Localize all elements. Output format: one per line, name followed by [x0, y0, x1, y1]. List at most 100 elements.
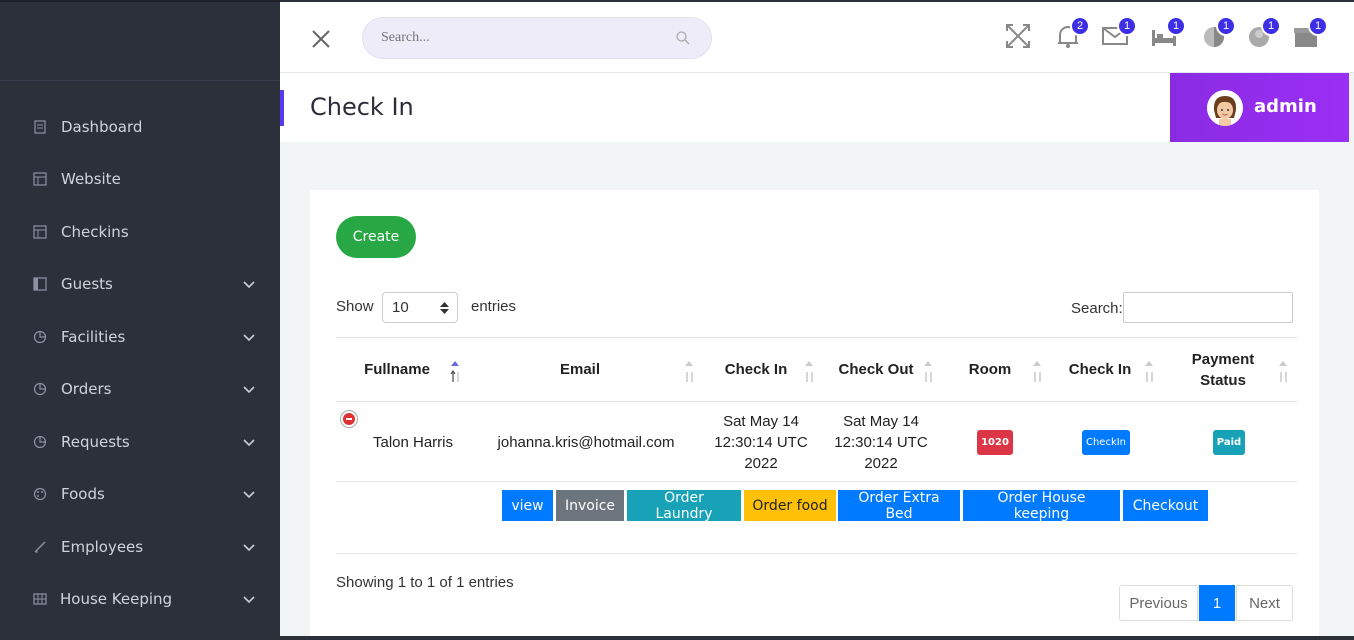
- user-menu[interactable]: admin: [1170, 73, 1349, 142]
- column-header-label: Check In: [724, 361, 788, 378]
- sidebar-item-employees[interactable]: Employees: [0, 527, 280, 567]
- chevron-down-icon: [243, 281, 255, 289]
- topbar: 2 1 1 1 1 1: [280, 0, 1354, 73]
- cell-check-out: Sat May 14 12:30:14 UTC 2022: [834, 412, 928, 472]
- table-info: Showing 1 to 1 of 1 entries: [336, 574, 514, 591]
- next-page-button[interactable]: Next: [1236, 585, 1293, 621]
- search-icon[interactable]: [675, 30, 691, 46]
- notifications-button[interactable]: 2: [1054, 16, 1090, 50]
- rooms-button[interactable]: 1: [1150, 16, 1186, 50]
- sidebar-item-foods[interactable]: Foods: [0, 474, 280, 514]
- cell-check-in: Sat May 14 12:30:14 UTC 2022: [714, 412, 808, 472]
- create-button[interactable]: Create: [336, 216, 416, 258]
- invoice-button[interactable]: Invoice: [556, 490, 624, 521]
- collapse-row-icon[interactable]: [341, 411, 357, 427]
- profile-count-badge: 1: [1261, 16, 1281, 36]
- pie-chart-icon: [33, 330, 47, 344]
- sidebar-item-label: Dashboard: [61, 118, 143, 136]
- payment-badge: Paid: [1212, 429, 1246, 455]
- sidebar-item-label: Website: [61, 170, 121, 188]
- chevron-down-icon: [243, 491, 255, 499]
- status-badge: CheckIn: [1081, 429, 1131, 455]
- page-title: Check In: [310, 93, 414, 121]
- row-actions: view Invoice Order Laundry Order food Or…: [336, 482, 1297, 554]
- messages-button[interactable]: 1: [1101, 16, 1137, 50]
- order-food-button[interactable]: Order food: [744, 490, 836, 521]
- sidebar-item-orders[interactable]: Orders: [0, 369, 280, 409]
- view-button[interactable]: view: [502, 490, 553, 521]
- page-header-accent: [280, 90, 284, 126]
- table-search-label: Search:: [1071, 300, 1123, 317]
- sidebar-item-house-keeping[interactable]: House Keeping: [0, 579, 280, 619]
- pen-icon: [34, 541, 46, 553]
- fullscreen-icon[interactable]: [1004, 22, 1032, 50]
- chevron-down-icon: [243, 544, 255, 552]
- sort-icon: [1145, 361, 1153, 382]
- grid-icon: [33, 593, 47, 605]
- sidebar-item-label: Foods: [61, 485, 105, 503]
- sidebar: Dashboard Website Checkins Guests Facili…: [0, 0, 280, 640]
- sidebar-panel-icon: [33, 277, 47, 291]
- inbox-button[interactable]: 1: [1292, 16, 1328, 50]
- sidebar-item-website[interactable]: Website: [0, 159, 280, 199]
- stats-button[interactable]: 1: [1200, 16, 1236, 50]
- page-size-value: 10: [392, 299, 409, 316]
- sidebar-item-label: Employees: [61, 538, 144, 556]
- column-header-check-in[interactable]: Check In: [711, 338, 801, 401]
- close-icon[interactable]: [310, 28, 332, 50]
- cell-fullname: Talon Harris: [372, 433, 454, 451]
- sort-icon: [924, 361, 932, 382]
- search-input[interactable]: [381, 28, 661, 48]
- sort-icon: [1033, 361, 1041, 382]
- cell-room: 1020: [960, 402, 1030, 482]
- column-header-label: Check Out: [838, 361, 914, 378]
- chevron-down-icon: [243, 596, 255, 604]
- column-header-check-out[interactable]: Check Out: [830, 338, 922, 401]
- column-header-status[interactable]: Check In: [1060, 338, 1140, 401]
- sidebar-item-label: Orders: [61, 380, 112, 398]
- sidebar-item-checkins[interactable]: Checkins: [0, 212, 280, 252]
- checkin-card: Create Show 10 entries Search: Fullname …: [310, 190, 1319, 640]
- stats-count-badge: 1: [1216, 16, 1236, 36]
- order-house-keeping-button[interactable]: Order House keeping: [963, 490, 1120, 522]
- layout-icon: [33, 225, 47, 239]
- document-icon: [34, 120, 46, 134]
- rooms-count-badge: 1: [1166, 16, 1186, 36]
- column-header-fullname[interactable]: Fullname: [336, 338, 458, 401]
- page-header: Check In: [280, 73, 1170, 142]
- sidebar-item-requests[interactable]: Requests: [0, 422, 280, 462]
- column-header-room[interactable]: Room: [956, 338, 1024, 401]
- column-header-label: Payment Status: [1191, 350, 1255, 389]
- sidebar-brand: [0, 2, 280, 81]
- sort-icon: [685, 361, 693, 382]
- table-header: Fullname Email Check In Check Out Room C…: [336, 337, 1297, 402]
- message-count-badge: 1: [1117, 16, 1137, 36]
- column-header-payment-status[interactable]: Payment Status: [1182, 338, 1264, 401]
- select-arrows-icon: [440, 302, 449, 314]
- sort-icon: [1279, 361, 1287, 382]
- checkout-button[interactable]: Checkout: [1123, 490, 1208, 521]
- avatar: [1207, 90, 1243, 126]
- column-header-email[interactable]: Email: [506, 338, 654, 401]
- room-badge: 1020: [977, 429, 1013, 455]
- sidebar-item-facilities[interactable]: Facilities: [0, 317, 280, 357]
- inbox-count-badge: 1: [1308, 16, 1328, 36]
- show-label: Show: [336, 298, 374, 315]
- column-header-label: Check In: [1068, 361, 1132, 378]
- column-header-label: Fullname: [364, 361, 430, 378]
- cell-payment: Paid: [1196, 402, 1262, 482]
- table-search-input[interactable]: [1123, 292, 1293, 323]
- previous-page-button[interactable]: Previous: [1119, 585, 1198, 621]
- sidebar-item-label: Guests: [61, 275, 113, 293]
- page-1-button[interactable]: 1: [1199, 585, 1235, 621]
- chevron-down-icon: [243, 386, 255, 394]
- column-header-label: Room: [968, 361, 1012, 378]
- order-laundry-button[interactable]: Order Laundry: [627, 490, 741, 522]
- profile-button[interactable]: 1: [1245, 16, 1281, 50]
- order-extra-bed-button[interactable]: Order Extra Bed: [838, 490, 960, 522]
- sidebar-item-label: Facilities: [61, 328, 126, 346]
- page-size-select[interactable]: 10: [382, 292, 458, 323]
- sidebar-item-guests[interactable]: Guests: [0, 264, 280, 304]
- sidebar-item-dashboard[interactable]: Dashboard: [0, 107, 280, 147]
- chevron-down-icon: [243, 334, 255, 342]
